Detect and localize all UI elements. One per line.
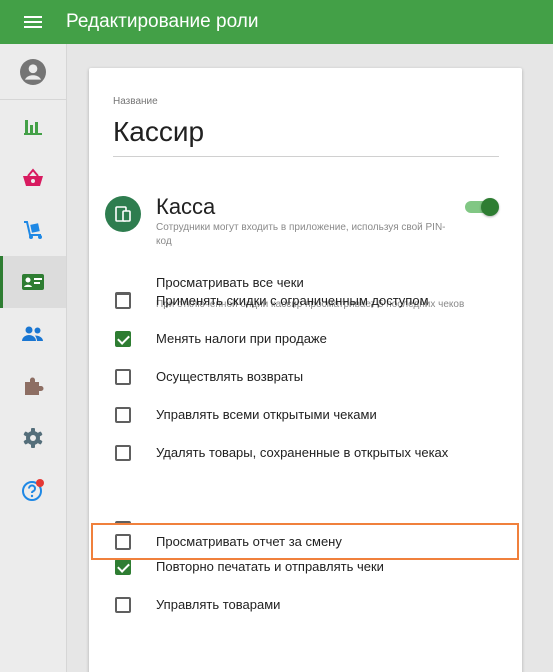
app-bar: Редактирование роли (0, 0, 553, 44)
permission-label: Осуществлять возвраты (156, 369, 304, 384)
permission-checkbox[interactable] (115, 597, 131, 613)
sidebar-item-items[interactable] (0, 204, 66, 256)
permission-label: Просматривать отчет за смену (156, 534, 342, 549)
sidebar-item-reports[interactable] (0, 100, 66, 152)
role-card: Название Кассир Касса Сотрудники могут в… (89, 68, 522, 672)
pos-access-toggle[interactable] (465, 198, 499, 216)
sidebar-item-settings[interactable] (0, 412, 66, 464)
permission-label: Управлять товарами (156, 597, 281, 612)
bar-chart-icon (24, 120, 42, 135)
page-title: Редактирование роли (66, 11, 259, 32)
account-icon (20, 58, 46, 85)
hamburger-icon (24, 21, 42, 23)
section-description: Сотрудники могут входить в приложение, и… (156, 222, 446, 247)
highlighted-permission-row: Просматривать отчет за смену (91, 523, 519, 560)
permission-checkbox[interactable] (115, 534, 131, 550)
sidebar-item-integrations[interactable] (0, 360, 66, 412)
permission-checkbox[interactable] (115, 445, 131, 461)
sidebar-item-profile[interactable] (0, 44, 66, 100)
permission-row[interactable]: Управлять всеми открытыми чеками (89, 396, 522, 434)
menu-button[interactable] (0, 0, 66, 44)
permission-row[interactable]: Управлять товарами (89, 586, 522, 624)
main-content: Название Кассир Касса Сотрудники могут в… (67, 44, 553, 672)
sidebar-item-customers[interactable] (0, 308, 66, 360)
permission-checkbox[interactable] (115, 407, 131, 423)
permission-checkbox[interactable] (115, 293, 131, 309)
permission-checkbox[interactable] (115, 331, 131, 347)
dolly-icon (24, 221, 42, 239)
permission-label: Применять скидки с ограниченным доступом (156, 293, 429, 308)
permission-checkbox[interactable] (115, 369, 131, 385)
devices-icon (115, 206, 131, 222)
permission-row[interactable]: Применять скидки с ограниченным доступом (89, 282, 522, 320)
sidebar-item-employees[interactable] (0, 256, 66, 308)
badge-icon (22, 274, 44, 290)
gear-icon (23, 428, 43, 448)
permission-label: Управлять всеми открытыми чеками (156, 407, 377, 422)
sidebar-item-help[interactable] (0, 464, 66, 516)
permission-label: Менять налоги при продаже (156, 331, 327, 346)
sidebar-item-sales[interactable] (0, 152, 66, 204)
permission-row[interactable]: Удалять товары, сохраненные в открытых ч… (89, 434, 522, 472)
people-icon (22, 326, 43, 341)
permission-row[interactable]: Осуществлять возвраты (89, 358, 522, 396)
permission-row[interactable]: Менять налоги при продаже (89, 320, 522, 358)
basket-icon (23, 168, 43, 186)
name-label: Название (113, 96, 158, 107)
name-input[interactable]: Кассир (113, 116, 204, 148)
pos-section-icon (105, 196, 141, 232)
help-icon (22, 479, 44, 501)
name-underline (113, 156, 499, 157)
permission-row[interactable]: Просматривать отчет за смену (91, 525, 519, 563)
puzzle-icon (25, 377, 44, 395)
notification-dot (36, 479, 44, 487)
permission-label: Удалять товары, сохраненные в открытых ч… (156, 445, 449, 460)
section-title: Касса (156, 194, 216, 219)
sidebar (0, 44, 67, 672)
